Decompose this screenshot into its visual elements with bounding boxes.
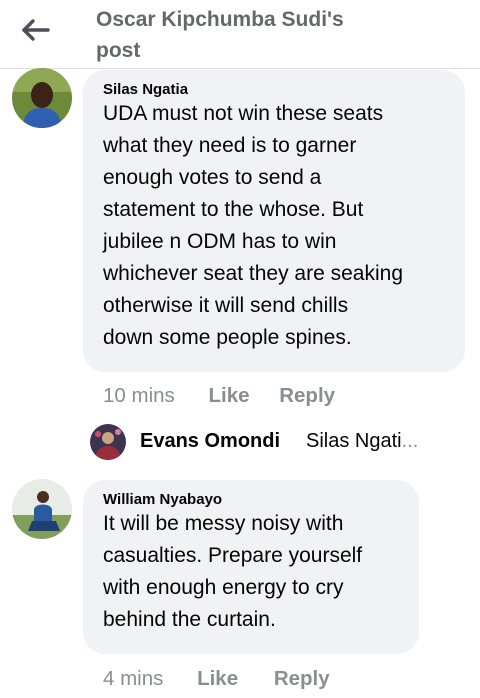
comment-line: UDA must not win these seats bbox=[103, 102, 384, 125]
comment-line: down some people spines. bbox=[103, 326, 352, 349]
avatar-silas-ngatia[interactable] bbox=[12, 68, 72, 128]
comment-line: what they need is to garner bbox=[103, 134, 357, 157]
reply-button[interactable]: Reply bbox=[274, 667, 330, 690]
reply-button[interactable]: Reply bbox=[279, 384, 335, 407]
like-button[interactable]: Like bbox=[208, 384, 249, 407]
comment-line: jubilee n ODM has to win bbox=[103, 230, 337, 253]
page-title-line2: post bbox=[96, 39, 141, 62]
comment-meta: 4 mins Like Reply bbox=[103, 667, 330, 691]
comment-line: with enough energy to cry bbox=[103, 576, 344, 599]
comment-line: whichever seat they are seaking bbox=[103, 262, 403, 285]
comment-author[interactable]: Silas Ngatia bbox=[103, 81, 188, 98]
comment-meta: 10 mins Like Reply bbox=[103, 384, 335, 408]
comment-bubble: William Nyabayo It will be messy noisy w… bbox=[83, 480, 419, 654]
like-button[interactable]: Like bbox=[197, 667, 238, 690]
page-title-line1: Oscar Kipchumba Sudi's bbox=[96, 8, 344, 31]
avatar-william-nyabayo[interactable] bbox=[12, 479, 72, 539]
comment-bubble: Silas Ngatia UDA must not win these seat… bbox=[83, 70, 465, 372]
comment-line: otherwise it will send chills bbox=[103, 294, 349, 317]
comment-timestamp: 4 mins bbox=[103, 667, 164, 690]
reply-snippet-text: Silas Ngati bbox=[306, 430, 402, 452]
comment-line: It will be messy noisy with bbox=[103, 512, 344, 535]
comment-author[interactable]: William Nyabayo bbox=[103, 491, 222, 508]
reply-author[interactable]: Evans Omondi bbox=[140, 430, 280, 453]
comment-line: enough votes to send a bbox=[103, 166, 322, 189]
comment-line: behind the curtain. bbox=[103, 608, 276, 631]
comment-line: statement to the whose. But bbox=[103, 198, 364, 221]
comment-text: UDA must not win these seats what they n… bbox=[103, 98, 403, 354]
post-header: Oscar Kipchumba Sudi's post bbox=[0, 0, 480, 69]
reply-snippet: Silas Ngati... bbox=[306, 430, 418, 453]
comment-line: casualties. Prepare yourself bbox=[103, 544, 363, 567]
page-title: Oscar Kipchumba Sudi's post bbox=[96, 4, 456, 66]
reply-ellipsis: ... bbox=[401, 430, 419, 452]
avatar-evans-omondi[interactable] bbox=[90, 424, 126, 460]
comment-timestamp: 10 mins bbox=[103, 384, 175, 407]
reply-preview[interactable]: Evans Omondi Silas Ngati... bbox=[90, 424, 470, 464]
comment-text: It will be messy noisy with casualties. … bbox=[103, 508, 362, 636]
back-arrow-icon[interactable] bbox=[20, 16, 52, 44]
